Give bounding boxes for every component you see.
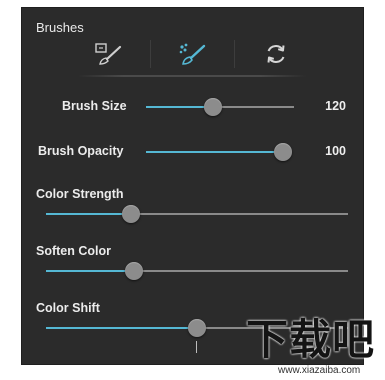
brush-size-label: Brush Size [62,99,127,113]
slider-thumb[interactable] [204,98,222,116]
refresh-icon [267,45,285,63]
slider-thumb[interactable] [125,262,143,280]
brush-size-value: 120 [325,99,346,113]
brush-dots-icon [179,43,206,65]
watermark-logo-text: 下载吧 [246,315,376,364]
paint-brush-tool-button[interactable] [86,38,130,70]
slider-thumb[interactable] [122,205,140,223]
soften-brush-tool-button[interactable] [170,38,214,70]
color-strength-label: Color Strength [36,187,124,201]
tool-separator [233,40,235,68]
reset-tool-button[interactable] [254,38,298,70]
color-shift-center-tick [196,341,197,353]
slider-thumb[interactable] [188,319,206,337]
tool-row-divider [78,75,306,77]
site-watermark: 下载吧 www.xiazaiba.com [236,316,384,380]
tool-separator [149,40,151,68]
brushes-title: Brushes [36,20,84,35]
brush-opacity-label: Brush Opacity [38,144,124,158]
watermark-url: www.xiazaiba.com [278,365,361,376]
soften-color-label: Soften Color [36,244,111,258]
color-shift-label: Color Shift [36,301,100,315]
brush-with-box-icon [95,43,122,65]
brush-opacity-slider[interactable] [146,143,292,161]
slider-fill [46,327,197,329]
slider-fill [146,106,213,108]
slider-thumb[interactable] [274,143,292,161]
brush-opacity-value: 100 [325,144,346,158]
slider-fill [146,151,283,153]
brushes-panel: Brushes Brush Size 120 Brush Opacity 100… [21,7,364,365]
color-strength-slider[interactable] [46,205,348,223]
slider-fill [46,270,134,272]
slider-fill [46,213,131,215]
brush-size-slider[interactable] [146,98,294,116]
brush-tool-row [86,36,298,72]
soften-color-slider[interactable] [46,262,348,280]
